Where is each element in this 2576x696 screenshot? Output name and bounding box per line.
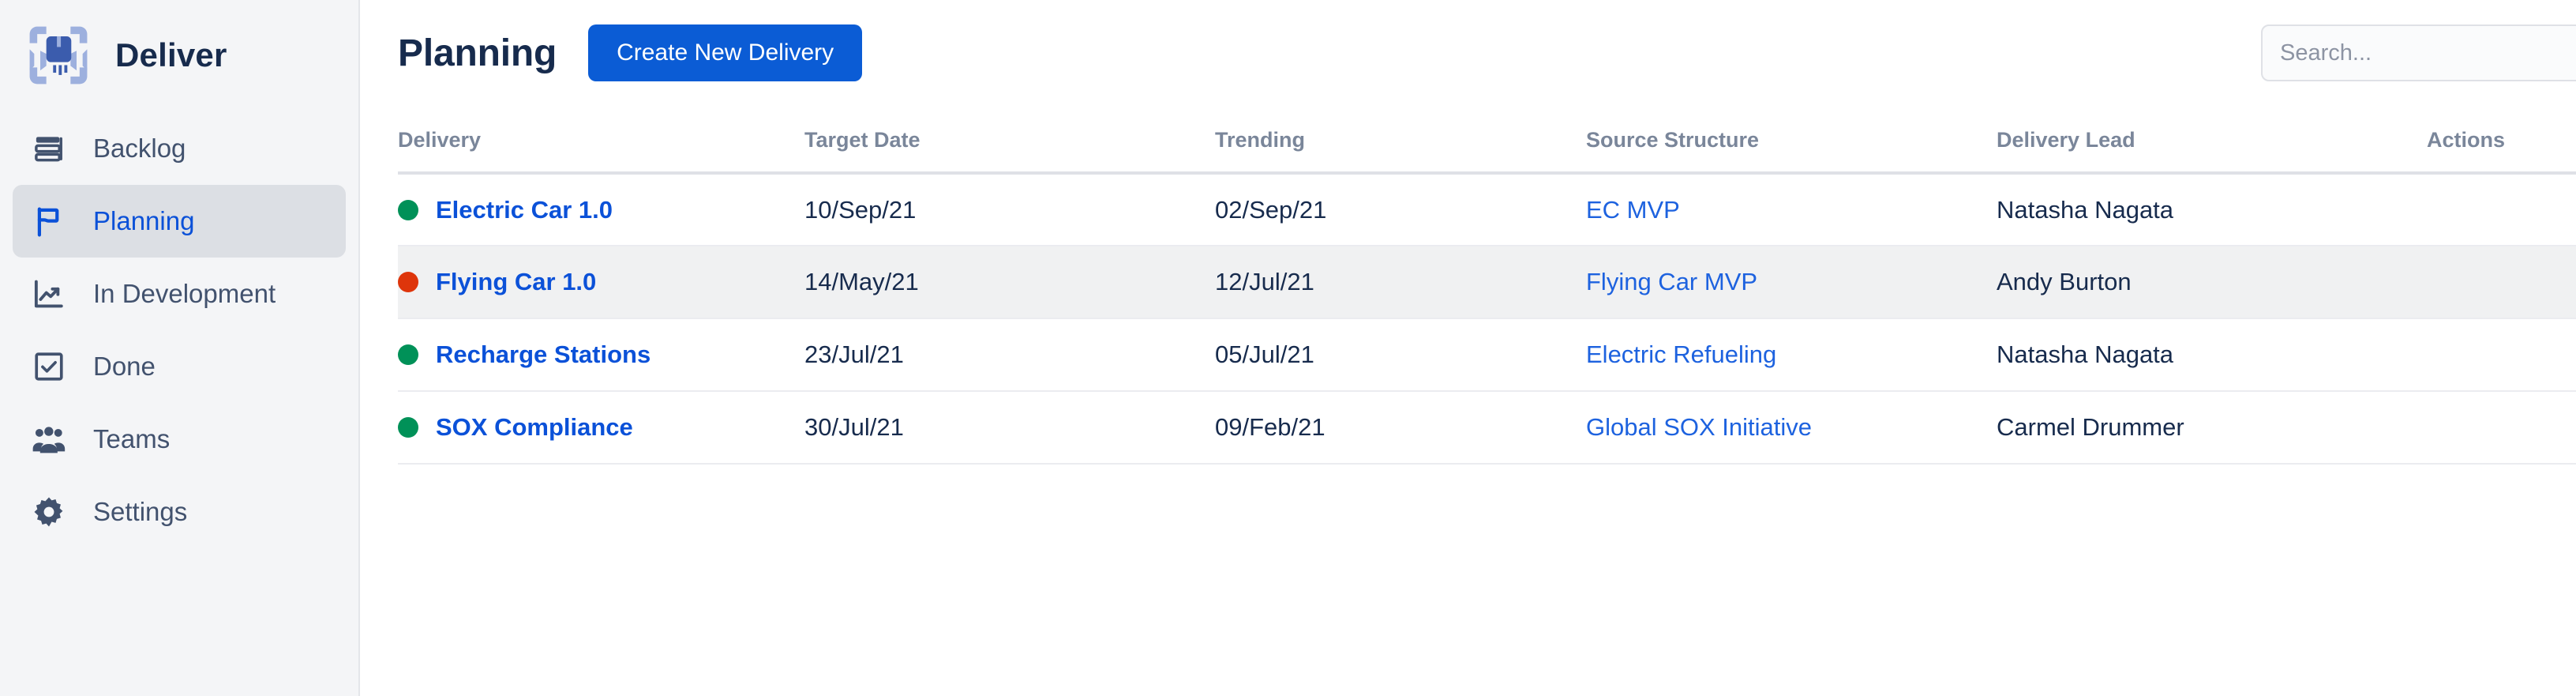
trending-up-icon: [30, 275, 68, 313]
cell-delivery: Recharge Stations: [398, 318, 804, 392]
app-root: Deliver Backlog Planning In Development …: [0, 0, 2576, 696]
people-group-icon: [30, 420, 68, 458]
cell-trending: 12/Jul/21: [1215, 246, 1586, 319]
status-dot-green: [398, 344, 418, 365]
sidebar-item-label: Teams: [93, 424, 171, 453]
cell-source-structure: Global SOX Initiative: [1586, 391, 1997, 465]
sidebar-item-teams[interactable]: Teams: [13, 403, 346, 476]
delivery-link[interactable]: Electric Car 1.0: [436, 196, 613, 224]
cell-delivery-lead: Andy Burton: [1997, 246, 2427, 319]
flag-icon: [30, 202, 68, 240]
cell-actions: [2427, 173, 2576, 246]
table-row[interactable]: Electric Car 1.0 10/Sep/21 02/Sep/21 EC …: [398, 173, 2576, 246]
cell-actions: [2427, 391, 2576, 465]
package-scan-icon: [22, 19, 95, 92]
table-row[interactable]: Recharge Stations 23/Jul/21 05/Jul/21 El…: [398, 318, 2576, 392]
column-header-source-structure[interactable]: Source Structure: [1586, 120, 1997, 175]
sidebar-item-backlog[interactable]: Backlog: [13, 112, 346, 185]
cell-trending: 09/Feb/21: [1215, 391, 1586, 465]
sidebar-nav: Backlog Planning In Development Done Tea…: [0, 112, 358, 548]
cell-source-structure: EC MVP: [1586, 173, 1997, 246]
table-body: Electric Car 1.0 10/Sep/21 02/Sep/21 EC …: [398, 173, 2576, 465]
deliveries-table: Delivery Target Date Trending Source Str…: [398, 120, 2576, 465]
sidebar-item-done[interactable]: Done: [13, 330, 346, 403]
column-header-target-date[interactable]: Target Date: [804, 120, 1215, 175]
page-toolbar: Planning Create New Delivery: [398, 0, 2576, 100]
brand[interactable]: Deliver: [0, 14, 358, 96]
cell-target-date: 10/Sep/21: [804, 173, 1215, 246]
sidebar-item-settings[interactable]: Settings: [13, 476, 346, 548]
sidebar-item-label: In Development: [93, 279, 276, 308]
search-input[interactable]: [2261, 24, 2576, 81]
deliveries-table-container: Delivery Target Date Trending Source Str…: [398, 120, 2576, 465]
sidebar-item-label: Backlog: [93, 134, 186, 163]
gear-icon: [30, 493, 68, 531]
create-new-delivery-button[interactable]: Create New Delivery: [588, 24, 863, 81]
page-title: Planning: [398, 32, 557, 74]
table-header-row: Delivery Target Date Trending Source Str…: [398, 120, 2576, 175]
stacked-layers-icon: [30, 130, 68, 167]
cell-source-structure: Electric Refueling: [1586, 318, 1997, 392]
sidebar-item-in-development[interactable]: In Development: [13, 258, 346, 330]
sidebar-item-label: Settings: [93, 497, 188, 526]
cell-target-date: 14/May/21: [804, 246, 1215, 319]
brand-title: Deliver: [115, 36, 227, 73]
source-structure-link[interactable]: Flying Car MVP: [1586, 268, 1757, 295]
main-content: Planning Create New Delivery Delivery Ta…: [360, 0, 2576, 696]
cell-delivery: Flying Car 1.0: [398, 246, 804, 319]
delivery-link[interactable]: SOX Compliance: [436, 413, 633, 442]
cell-delivery: SOX Compliance: [398, 391, 804, 465]
cell-target-date: 23/Jul/21: [804, 318, 1215, 392]
cell-trending: 02/Sep/21: [1215, 173, 1586, 246]
source-structure-link[interactable]: EC MVP: [1586, 196, 1680, 224]
source-structure-link[interactable]: Electric Refueling: [1586, 340, 1776, 368]
cell-delivery-lead: Natasha Nagata: [1997, 173, 2427, 246]
cell-actions: [2427, 318, 2576, 392]
status-dot-green: [398, 417, 418, 438]
cell-delivery-lead: Carmel Drummer: [1997, 391, 2427, 465]
status-dot-red: [398, 272, 418, 292]
table-head: Delivery Target Date Trending Source Str…: [398, 120, 2576, 175]
source-structure-link[interactable]: Global SOX Initiative: [1586, 413, 1812, 441]
column-header-actions: Actions: [2427, 120, 2576, 175]
column-header-trending[interactable]: Trending: [1215, 120, 1586, 175]
search-container: [2261, 24, 2576, 81]
table-row[interactable]: Flying Car 1.0 14/May/21 12/Jul/21 Flyin…: [398, 246, 2576, 319]
cell-delivery: Electric Car 1.0: [398, 173, 804, 246]
table-row[interactable]: SOX Compliance 30/Jul/21 09/Feb/21 Globa…: [398, 391, 2576, 465]
cell-actions: [2427, 246, 2576, 319]
sidebar-item-label: Planning: [93, 206, 195, 235]
delivery-link[interactable]: Recharge Stations: [436, 340, 651, 369]
sidebar: Deliver Backlog Planning In Development …: [0, 0, 360, 696]
delivery-link[interactable]: Flying Car 1.0: [436, 268, 596, 296]
cell-delivery-lead: Natasha Nagata: [1997, 318, 2427, 392]
checkbox-check-icon: [30, 348, 68, 386]
sidebar-item-label: Done: [93, 352, 156, 381]
column-header-delivery-lead[interactable]: Delivery Lead: [1997, 120, 2427, 175]
column-header-delivery[interactable]: Delivery: [398, 120, 804, 175]
cell-trending: 05/Jul/21: [1215, 318, 1586, 392]
cell-target-date: 30/Jul/21: [804, 391, 1215, 465]
sidebar-item-planning[interactable]: Planning: [13, 185, 346, 258]
cell-source-structure: Flying Car MVP: [1586, 246, 1997, 319]
status-dot-green: [398, 199, 418, 220]
